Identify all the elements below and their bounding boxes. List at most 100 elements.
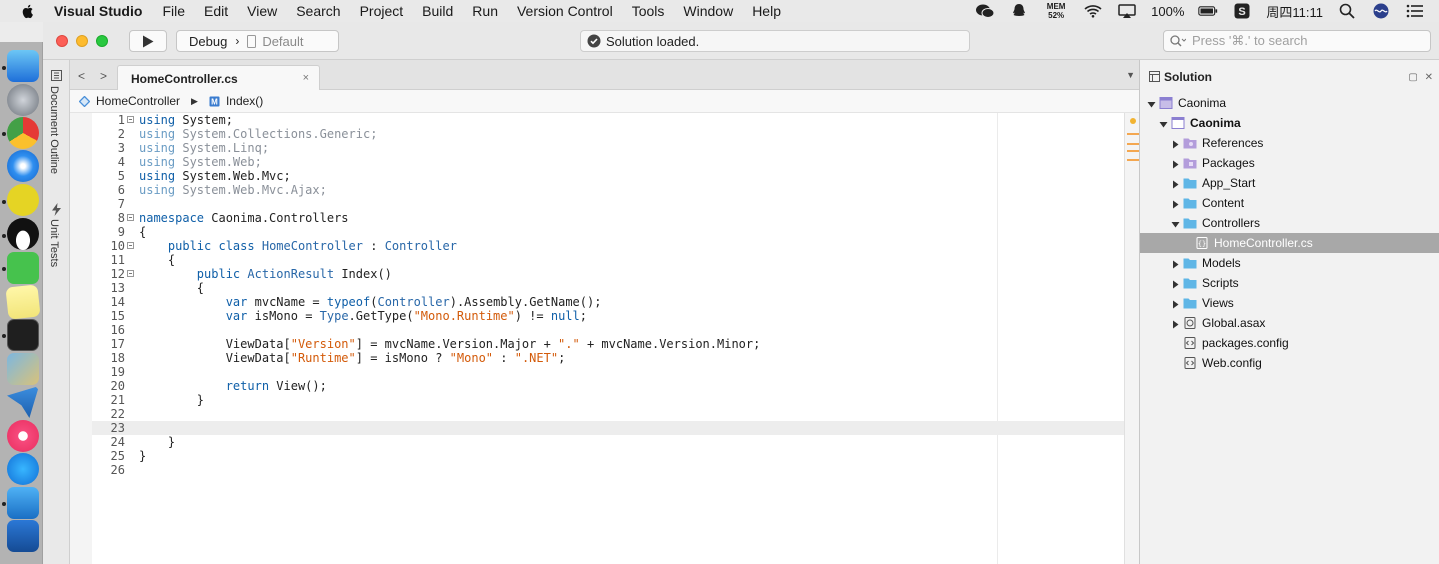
dock-pad-icon[interactable]: ▢ <box>1408 72 1417 83</box>
code-line[interactable]: 26 <box>92 463 1124 477</box>
document-outline-tab[interactable]: Document Outline <box>48 86 60 174</box>
unit-tests-tab[interactable]: Unit Tests <box>48 219 60 267</box>
change-marker[interactable] <box>1127 133 1139 135</box>
line-number[interactable]: 23 <box>92 421 125 435</box>
line-number[interactable]: 21 <box>92 393 125 407</box>
code-line[interactable]: 15 var isMono = Type.GetType("Mono.Runti… <box>92 309 1124 323</box>
minimize-window-button[interactable] <box>76 35 88 47</box>
document-outline-icon[interactable] <box>51 70 62 81</box>
airplay-icon[interactable] <box>1117 3 1137 19</box>
close-pad-icon[interactable]: ✕ <box>1425 72 1433 83</box>
code-text[interactable]: } <box>139 449 146 463</box>
code-line[interactable]: 21 } <box>92 393 1124 407</box>
app-store-icon[interactable] <box>7 453 39 485</box>
menu-search[interactable]: Search <box>296 3 340 19</box>
tree-item-caonima[interactable]: Caonima <box>1140 93 1439 113</box>
code-line[interactable]: 10 public class HomeController : Control… <box>92 239 1124 253</box>
memory-indicator[interactable]: MEM 52% <box>1043 2 1069 20</box>
line-number[interactable]: 20 <box>92 379 125 393</box>
menu-project[interactable]: Project <box>360 3 404 19</box>
airmail-icon[interactable] <box>7 386 39 418</box>
code-line[interactable]: 4 using System.Web; <box>92 155 1124 169</box>
code-text[interactable]: return View(); <box>139 379 327 393</box>
code-text[interactable]: namespace Caonima.Controllers <box>139 211 349 225</box>
xcode-icon[interactable] <box>7 487 39 519</box>
chrome-icon[interactable] <box>7 117 39 149</box>
code-line[interactable]: 9{ <box>92 225 1124 239</box>
tree-item-controllers[interactable]: Controllers <box>1140 213 1439 233</box>
tree-item-packages-config[interactable]: packages.config <box>1140 333 1439 353</box>
tree-item-app-start[interactable]: App_Start <box>1140 173 1439 193</box>
visual-studio-icon[interactable] <box>7 520 39 552</box>
code-text[interactable]: using System.Linq; <box>139 141 269 155</box>
code-line[interactable]: 20 return View(); <box>92 379 1124 393</box>
menu-window[interactable]: Window <box>683 3 733 19</box>
notification-center-icon[interactable] <box>1405 3 1425 19</box>
code-line[interactable]: 17 ViewData["Version"] = mvcName.Version… <box>92 337 1124 351</box>
code-line[interactable]: 2 using System.Collections.Generic; <box>92 127 1124 141</box>
line-number[interactable]: 18 <box>92 351 125 365</box>
expand-arrow-right-icon[interactable] <box>1171 298 1180 309</box>
menu-tools[interactable]: Tools <box>632 3 665 19</box>
code-line[interactable]: 12 public ActionResult Index() <box>92 267 1124 281</box>
preview-icon[interactable] <box>7 353 39 385</box>
code-line[interactable]: 1 using System; <box>92 113 1124 127</box>
tree-item-scripts[interactable]: Scripts <box>1140 273 1439 293</box>
line-number[interactable]: 6 <box>92 183 125 197</box>
fold-toggle-icon[interactable] <box>127 214 134 221</box>
navigate-forward-icon[interactable]: > <box>100 69 110 83</box>
line-number[interactable]: 15 <box>92 309 125 323</box>
code-text[interactable]: { <box>139 253 175 267</box>
code-line[interactable]: 18 ViewData["Runtime"] = isMono ? "Mono"… <box>92 351 1124 365</box>
menu-version-control[interactable]: Version Control <box>517 3 613 19</box>
terminal-icon[interactable] <box>7 319 39 351</box>
line-number[interactable]: 13 <box>92 281 125 295</box>
expand-arrow-right-icon[interactable] <box>1171 258 1180 269</box>
close-window-button[interactable] <box>56 35 68 47</box>
line-number[interactable]: 14 <box>92 295 125 309</box>
run-button[interactable] <box>129 30 167 52</box>
tree-item-packages[interactable]: Packages <box>1140 153 1439 173</box>
menu-help[interactable]: Help <box>752 3 781 19</box>
line-number[interactable]: 24 <box>92 435 125 449</box>
music-player-icon[interactable] <box>7 184 39 216</box>
search-input[interactable]: Press '⌘.' to search <box>1163 30 1431 52</box>
expand-arrow-right-icon[interactable] <box>1171 278 1180 289</box>
sogou-input-icon[interactable]: S <box>1232 3 1252 19</box>
code-line[interactable]: 25} <box>92 449 1124 463</box>
line-number[interactable]: 4 <box>92 155 125 169</box>
fold-toggle-icon[interactable] <box>127 242 134 249</box>
code-text[interactable]: } <box>139 435 175 449</box>
warning-indicator-icon[interactable] <box>1130 118 1136 124</box>
code-line[interactable]: 7 <box>92 197 1124 211</box>
spotlight-search-icon[interactable] <box>1337 3 1357 19</box>
battery-percent[interactable]: 100% <box>1151 4 1184 19</box>
apple-icon[interactable] <box>20 3 36 19</box>
code-line[interactable]: 22 <box>92 407 1124 421</box>
finder-icon[interactable] <box>7 50 39 82</box>
code-text[interactable]: var isMono = Type.GetType("Mono.Runtime"… <box>139 309 587 323</box>
expand-arrow-down-icon[interactable] <box>1147 98 1156 108</box>
wifi-icon[interactable] <box>1083 3 1103 19</box>
line-number[interactable]: 26 <box>92 463 125 477</box>
change-marker[interactable] <box>1127 150 1139 152</box>
line-number[interactable]: 19 <box>92 365 125 379</box>
change-marker[interactable] <box>1127 143 1139 145</box>
expand-arrow-down-icon[interactable] <box>1171 218 1180 228</box>
close-tab-icon[interactable]: × <box>303 72 309 84</box>
code-line[interactable]: 8 namespace Caonima.Controllers <box>92 211 1124 225</box>
code-text[interactable]: using System.Web.Mvc; <box>139 169 291 183</box>
tab-list-dropdown-icon[interactable]: ▼ <box>1126 70 1135 80</box>
code-text[interactable]: ViewData["Runtime"] = isMono ? "Mono" : … <box>139 351 566 365</box>
code-line[interactable]: 5 using System.Web.Mvc; <box>92 169 1124 183</box>
breadcrumb-method[interactable]: Index() <box>226 94 263 108</box>
app-name[interactable]: Visual Studio <box>54 3 142 19</box>
menu-view[interactable]: View <box>247 3 277 19</box>
tree-item-homecontroller-cs[interactable]: {} HomeController.cs <box>1140 233 1439 253</box>
code-text[interactable]: using System.Collections.Generic; <box>139 127 377 141</box>
breadcrumb-class[interactable]: HomeController <box>96 94 180 108</box>
code-text[interactable]: { <box>139 225 146 239</box>
code-text[interactable]: { <box>139 281 204 295</box>
menu-edit[interactable]: Edit <box>204 3 228 19</box>
code-line[interactable]: 3 using System.Linq; <box>92 141 1124 155</box>
